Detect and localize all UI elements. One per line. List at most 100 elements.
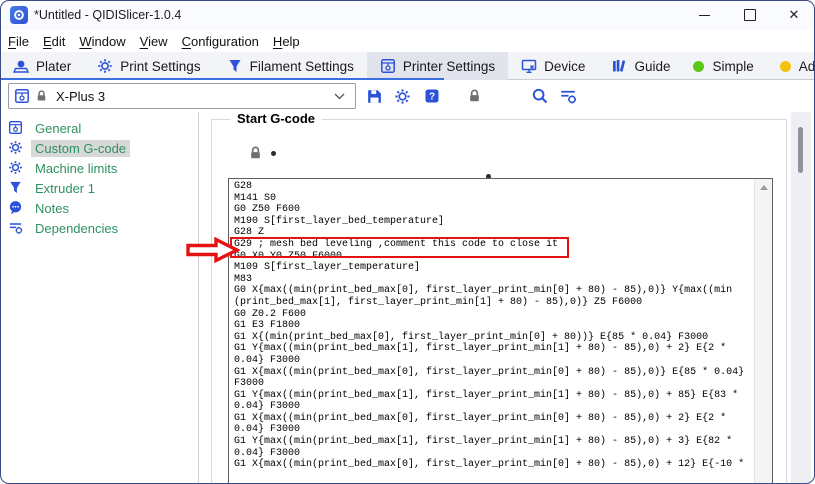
triangle-up-icon	[760, 185, 768, 190]
sidebar-item-label: Extruder 1	[31, 180, 99, 197]
plater-icon	[13, 58, 29, 74]
gcode-line: G1 Y{max((min(print_bed_max[1], first_la…	[234, 436, 754, 448]
sidebar-item-label: Dependencies	[31, 220, 122, 237]
tab-filament-settings[interactable]: Filament Settings	[214, 52, 367, 80]
simple-mode-dot-icon	[693, 61, 704, 72]
page-scrollbar[interactable]	[791, 112, 811, 483]
gcode-line: M141 S0	[234, 193, 754, 205]
page-scrollbar-thumb[interactable]	[798, 127, 803, 173]
gcode-line: G0 Z0.2 F600	[234, 309, 754, 321]
gcode-line: G1 X{max((min(print_bed_max[0], first_la…	[234, 459, 754, 471]
gcode-line: M190 S[first_layer_bed_temperature]	[234, 216, 754, 228]
gcode-line: G1 X{max((min(print_bed_max[0], first_la…	[234, 367, 754, 379]
menu-window[interactable]: Window	[79, 34, 125, 49]
gear-icon	[8, 140, 24, 156]
maximize-button[interactable]	[733, 0, 767, 30]
help-button[interactable]: ?	[422, 86, 442, 106]
gcode-line: 0.04} F3000	[234, 401, 754, 413]
compare-settings-icon	[559, 87, 577, 105]
gcode-line: 0.04} F3000	[234, 448, 754, 460]
gcode-line: G0 X{max((min(print_bed_max[0], first_la…	[234, 285, 754, 297]
printer-icon	[8, 120, 24, 136]
setting-indicator-dot	[271, 151, 276, 156]
gear-icon	[8, 160, 24, 176]
mode-simple[interactable]: Simple	[683, 59, 763, 74]
compare-settings-button[interactable]	[558, 86, 578, 106]
menu-bar: File Edit Window View Configuration Help	[0, 30, 815, 52]
chevron-down-icon	[334, 93, 345, 100]
printer-preset-combobox[interactable]: X-Plus 3	[8, 83, 356, 109]
sidebar-item-custom-gcode[interactable]: Custom G-code	[0, 138, 198, 158]
lock-icon	[467, 88, 482, 104]
gcode-line: (print_bed_max[1], first_layer_print_min…	[234, 297, 754, 309]
tab-print-settings[interactable]: Print Settings	[84, 52, 213, 80]
scroll-up-button[interactable]	[755, 179, 772, 195]
sidebar-item-general[interactable]: General	[0, 118, 198, 138]
tab-printer-settings[interactable]: Printer Settings	[367, 52, 508, 80]
tab-device[interactable]: Device	[508, 52, 598, 80]
lock-icon	[35, 89, 48, 103]
search-icon	[531, 87, 549, 105]
selected-tab-underline	[0, 78, 444, 81]
search-button[interactable]	[530, 86, 550, 106]
menu-edit[interactable]: Edit	[43, 34, 65, 49]
settings-category-sidebar: General Custom G-code Machine limits Ext…	[0, 112, 199, 484]
lock-settings-button[interactable]	[464, 86, 484, 106]
menu-help[interactable]: Help	[273, 34, 300, 49]
gear-icon	[394, 88, 411, 105]
sidebar-item-label: Machine limits	[31, 160, 121, 177]
start-gcode-textarea[interactable]: G28M141 S0G0 Z50 F600M190 S[first_layer_…	[228, 178, 773, 484]
mode-label: Simple	[712, 59, 753, 74]
gcode-line: M83	[234, 274, 754, 286]
tab-label: Plater	[36, 59, 71, 74]
mode-advanced[interactable]: Advanced	[770, 59, 815, 74]
gcode-line: G1 Y{max((min(print_bed_max[1], first_la…	[234, 343, 754, 355]
device-icon	[521, 58, 537, 74]
menu-configuration[interactable]: Configuration	[182, 34, 259, 49]
gcode-line: M109 S[first_layer_temperature]	[234, 262, 754, 274]
advanced-mode-dot-icon	[780, 61, 791, 72]
window-title: *Untitled - QIDISlicer-1.0.4	[34, 0, 181, 30]
sidebar-item-notes[interactable]: Notes	[0, 198, 198, 218]
printer-icon	[380, 58, 396, 74]
preset-toolbar: X-Plus 3 ?	[0, 80, 815, 112]
close-icon: ✕	[789, 7, 800, 23]
menu-view[interactable]: View	[140, 34, 168, 49]
lock-icon[interactable]	[248, 145, 263, 161]
svg-text:?: ?	[429, 92, 435, 103]
gcode-line: G1 E3 F1800	[234, 320, 754, 332]
sidebar-item-dependencies[interactable]: Dependencies	[0, 218, 198, 238]
highlight-annotation-box	[230, 237, 569, 258]
tab-label: Print Settings	[120, 59, 200, 74]
gcode-line: 0.04} F3000	[234, 355, 754, 367]
sidebar-item-label: General	[31, 120, 85, 137]
guide-icon	[611, 58, 627, 74]
notes-icon	[8, 200, 24, 216]
sidebar-item-label: Notes	[31, 200, 73, 217]
mode-label: Advanced	[799, 59, 815, 74]
tab-label: Printer Settings	[403, 59, 495, 74]
close-button[interactable]: ✕	[777, 0, 811, 30]
gcode-text: G28M141 S0G0 Z50 F600M190 S[first_layer_…	[234, 181, 754, 483]
top-tab-bar: Plater Print Settings Filament Settings …	[0, 52, 815, 80]
app-logo-icon	[10, 6, 28, 24]
textarea-scrollbar[interactable]	[754, 179, 772, 483]
minimize-button[interactable]	[687, 0, 721, 30]
tab-label: Device	[544, 59, 585, 74]
tab-plater[interactable]: Plater	[0, 52, 84, 80]
tab-label: Filament Settings	[250, 59, 354, 74]
preset-settings-button[interactable]	[392, 86, 412, 106]
gear-icon	[97, 58, 113, 74]
tab-guide[interactable]: Guide	[598, 52, 683, 80]
mode-switcher: Simple Advanced Expert	[683, 59, 815, 74]
gcode-line: G28	[234, 181, 754, 193]
filament-icon	[227, 58, 243, 74]
title-bar: *Untitled - QIDISlicer-1.0.4 ✕	[0, 0, 815, 30]
save-preset-button[interactable]	[364, 86, 384, 106]
maximize-icon	[744, 9, 756, 21]
printer-icon	[14, 88, 30, 104]
sidebar-item-machine-limits[interactable]: Machine limits	[0, 158, 198, 178]
menu-file[interactable]: File	[8, 34, 29, 49]
gcode-line: G0 Z50 F600	[234, 204, 754, 216]
sidebar-item-extruder-1[interactable]: Extruder 1	[0, 178, 198, 198]
